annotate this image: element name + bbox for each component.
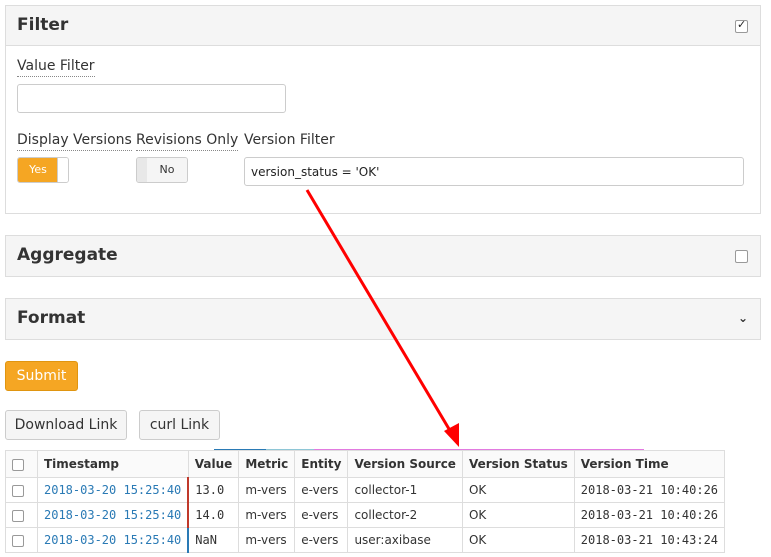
row-checkbox[interactable] xyxy=(12,509,24,522)
value-cell: 14.0 xyxy=(187,502,240,528)
aggregate-toggle-checkbox[interactable] xyxy=(735,250,748,263)
revisions-only-label: Revisions Only xyxy=(136,132,239,151)
value-cell: NaN xyxy=(187,527,240,553)
display-versions-toggle[interactable]: Yes xyxy=(17,157,69,183)
filter-toggle-checkbox[interactable] xyxy=(735,18,748,33)
download-link-button[interactable]: Download Link xyxy=(5,410,127,440)
revisions-only-no: No xyxy=(147,158,187,182)
version-filter-label: Version Filter xyxy=(244,132,335,148)
format-panel-title: Format xyxy=(17,308,86,328)
col-value[interactable]: Value xyxy=(187,450,240,478)
row-checkbox[interactable] xyxy=(12,484,24,497)
revisions-only-toggle[interactable]: No xyxy=(136,157,188,183)
timestamp-link[interactable]: 2018-03-20 15:25:40 xyxy=(37,502,190,528)
col-entity[interactable]: Entity xyxy=(294,450,349,478)
entity-cell: e-vers xyxy=(294,527,349,553)
table-row: 2018-03-20 15:25:40 14.0 m-vers e-vers c… xyxy=(5,502,726,528)
format-panel: Format ⌄ xyxy=(5,298,761,340)
col-version-status[interactable]: Version Status xyxy=(461,450,575,478)
format-panel-header[interactable]: Format ⌄ xyxy=(6,299,760,339)
col-version-time[interactable]: Version Time xyxy=(573,450,726,478)
version-source-cell: collector-1 xyxy=(347,477,463,503)
col-metric[interactable]: Metric xyxy=(238,450,296,478)
row-select-cell[interactable] xyxy=(5,477,38,503)
version-source-cell: user:axibase xyxy=(347,527,463,553)
aggregate-panel-title: Aggregate xyxy=(17,245,118,265)
display-versions-yes: Yes xyxy=(18,158,58,182)
aggregate-panel: Aggregate xyxy=(5,235,761,277)
aggregate-panel-header[interactable]: Aggregate xyxy=(6,236,760,276)
filter-panel: Filter Value Filter Display Versions Yes… xyxy=(5,5,761,214)
select-all-checkbox[interactable] xyxy=(12,458,24,471)
curl-link-button[interactable]: curl Link xyxy=(139,410,220,440)
metric-cell: m-vers xyxy=(238,502,296,528)
timestamp-link[interactable]: 2018-03-20 15:25:40 xyxy=(37,477,190,503)
version-time-cell: 2018-03-21 10:40:26 xyxy=(573,477,726,503)
chevron-down-icon[interactable]: ⌄ xyxy=(738,311,748,325)
row-select-cell[interactable] xyxy=(5,527,38,553)
submit-button[interactable]: Submit xyxy=(5,361,78,391)
version-status-cell: OK xyxy=(461,477,575,503)
metric-cell: m-vers xyxy=(238,527,296,553)
version-time-cell: 2018-03-21 10:43:24 xyxy=(573,527,726,553)
version-time-cell: 2018-03-21 10:40:26 xyxy=(573,502,726,528)
table-header-row: Timestamp Value Metric Entity Version So… xyxy=(5,450,726,478)
timestamp-link[interactable]: 2018-03-20 15:25:40 xyxy=(37,527,190,553)
value-filter-input[interactable] xyxy=(17,84,286,113)
value-cell: 13.0 xyxy=(187,477,240,503)
row-checkbox[interactable] xyxy=(12,534,24,547)
value-filter-label: Value Filter xyxy=(17,58,95,77)
annotation-arrow-head xyxy=(444,423,459,447)
version-status-cell: OK xyxy=(461,502,575,528)
table-row: 2018-03-20 15:25:40 13.0 m-vers e-vers c… xyxy=(5,477,726,503)
filter-panel-title: Filter xyxy=(17,15,69,35)
metric-cell: m-vers xyxy=(238,477,296,503)
select-all-cell[interactable] xyxy=(5,450,38,478)
row-select-cell[interactable] xyxy=(5,502,38,528)
version-filter-input[interactable] xyxy=(244,157,744,186)
entity-cell: e-vers xyxy=(294,502,349,528)
col-version-source[interactable]: Version Source xyxy=(347,450,463,478)
entity-cell: e-vers xyxy=(294,477,349,503)
version-status-cell: OK xyxy=(461,527,575,553)
table-row: 2018-03-20 15:25:40 NaN m-vers e-vers us… xyxy=(5,527,726,553)
filter-panel-header[interactable]: Filter xyxy=(6,6,760,46)
display-versions-label: Display Versions xyxy=(17,132,132,151)
col-timestamp[interactable]: Timestamp xyxy=(37,450,189,478)
results-table: Timestamp Value Metric Entity Version So… xyxy=(5,450,726,553)
version-source-cell: collector-2 xyxy=(347,502,463,528)
display-versions-knob xyxy=(57,158,68,182)
